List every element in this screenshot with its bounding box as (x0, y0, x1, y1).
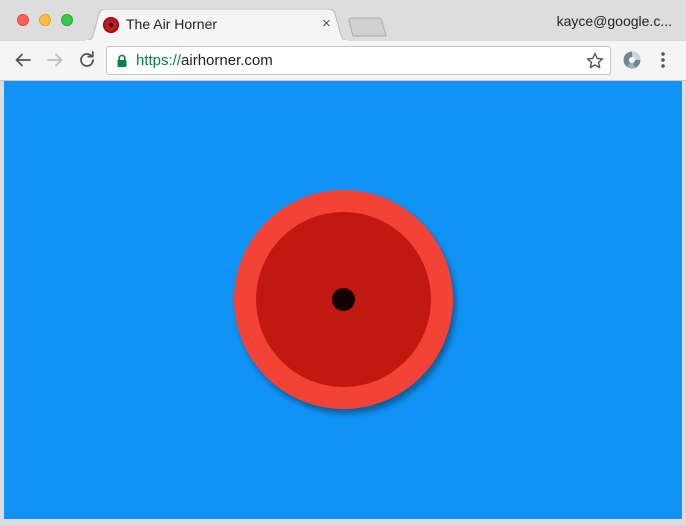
back-arrow-icon[interactable] (12, 49, 34, 71)
tab-air-horner[interactable]: The Air Horner × (84, 9, 350, 41)
air-horn-favicon-icon (103, 17, 119, 33)
url-scheme: https:// (136, 52, 182, 69)
kebab-menu-icon[interactable] (657, 50, 669, 70)
toolbar: https://airhorner.com (0, 41, 686, 81)
url-text[interactable]: https://airhorner.com (136, 52, 273, 69)
profile-name[interactable]: kayce@google.c... (557, 13, 672, 29)
window-minimize-button[interactable] (39, 14, 51, 26)
address-bar[interactable]: https://airhorner.com (106, 46, 611, 75)
tab-title: The Air Horner (126, 16, 218, 32)
title-bar: The Air Horner × kayce@google.c... (0, 0, 686, 41)
star-icon[interactable] (585, 51, 605, 71)
url-host: airhorner.com (181, 52, 273, 69)
lock-icon (117, 54, 127, 67)
browser-window: The Air Horner × kayce@google.c... https… (0, 0, 686, 525)
air-horn-button[interactable] (234, 190, 453, 409)
window-close-button[interactable] (17, 14, 29, 26)
extension-icon[interactable] (622, 50, 642, 70)
window-bottom-edge (0, 519, 686, 525)
page-content (4, 81, 682, 519)
window-maximize-button[interactable] (61, 14, 73, 26)
air-horn-inner-ring (256, 212, 431, 387)
tab-close-icon[interactable]: × (322, 15, 331, 33)
forward-arrow-icon[interactable] (44, 49, 66, 71)
new-tab-button[interactable] (348, 17, 388, 37)
reload-icon[interactable] (76, 49, 98, 71)
air-horn-center (332, 288, 355, 311)
